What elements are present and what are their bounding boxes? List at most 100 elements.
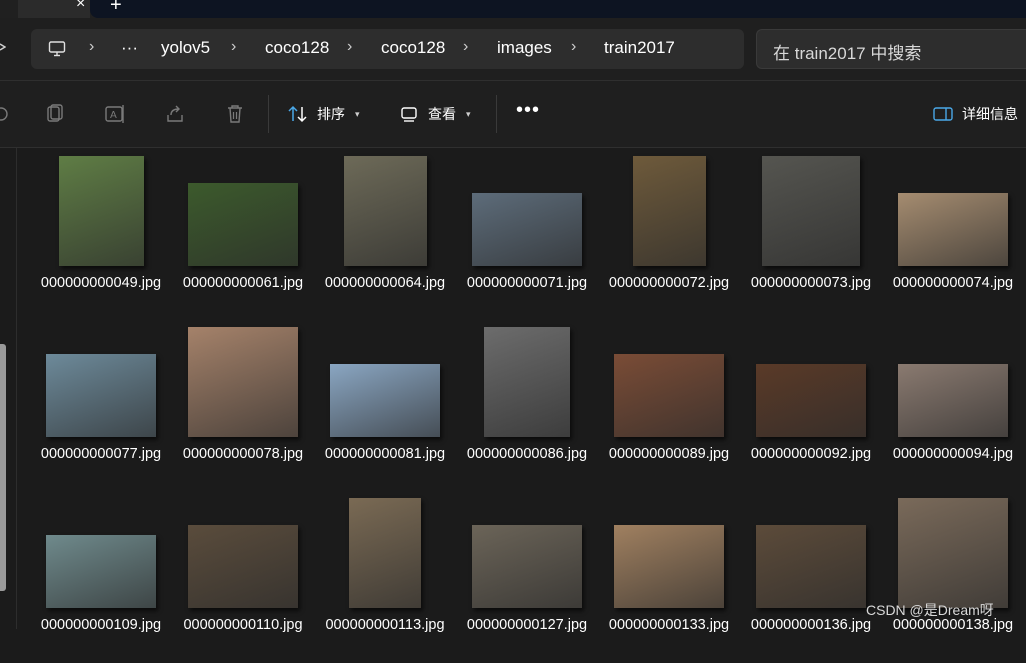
image-thumbnail bbox=[632, 156, 706, 266]
details-pane-button[interactable]: 详细信息 bbox=[932, 103, 1018, 125]
file-item[interactable]: 000000000113.jpg bbox=[314, 492, 456, 663]
image-thumbnail bbox=[46, 354, 156, 437]
this-pc-icon bbox=[48, 41, 66, 57]
new-tab-button[interactable]: + bbox=[110, 0, 122, 17]
file-name: 000000000074.jpg bbox=[892, 275, 1014, 291]
breadcrumb-coco128[interactable]: coco128 bbox=[265, 38, 329, 58]
view-button[interactable]: 查看 ▾ bbox=[400, 103, 471, 125]
thumbnail-container bbox=[314, 321, 456, 437]
breadcrumb-chevron-icon[interactable]: › bbox=[231, 38, 236, 56]
breadcrumb-train2017[interactable]: train2017 bbox=[604, 38, 675, 58]
image-thumbnail bbox=[188, 183, 298, 266]
cut-icon[interactable] bbox=[0, 103, 12, 125]
details-pane-icon bbox=[933, 107, 953, 121]
more-options-button[interactable]: ••• bbox=[516, 100, 540, 120]
active-tab[interactable]: × bbox=[18, 0, 90, 18]
file-item[interactable]: 000000000061.jpg bbox=[172, 150, 314, 321]
file-item[interactable]: 000000000133.jpg bbox=[598, 492, 740, 663]
command-bar: A 排序 ▾ 查看 ▾ ••• 详细信息 bbox=[0, 81, 1026, 147]
search-input[interactable]: 在 train2017 中搜索 bbox=[756, 29, 1026, 69]
thumbnail-container bbox=[30, 150, 172, 266]
breadcrumb-coco128-inner[interactable]: coco128 bbox=[381, 38, 445, 58]
file-item[interactable]: 000000000064.jpg bbox=[314, 150, 456, 321]
nav-arrow-icon[interactable] bbox=[0, 40, 6, 54]
file-item[interactable]: 000000000109.jpg bbox=[30, 492, 172, 663]
file-name: 000000000061.jpg bbox=[182, 275, 304, 291]
file-name: 000000000136.jpg bbox=[750, 617, 872, 633]
image-thumbnail bbox=[330, 364, 440, 437]
thumbnail-container bbox=[740, 492, 882, 608]
toolbar-divider bbox=[496, 95, 497, 133]
file-name: 000000000086.jpg bbox=[466, 446, 588, 462]
thumbnail-container bbox=[882, 492, 1024, 608]
image-thumbnail bbox=[756, 525, 866, 608]
file-name: 000000000072.jpg bbox=[608, 275, 730, 291]
view-icon bbox=[401, 107, 417, 122]
search-placeholder: 在 train2017 中搜索 bbox=[773, 44, 922, 63]
file-item[interactable]: 000000000077.jpg bbox=[30, 321, 172, 492]
address-row: › ··· › yolov5 › coco128 › coco128 › ima… bbox=[0, 18, 1026, 80]
file-item[interactable]: 000000000089.jpg bbox=[598, 321, 740, 492]
image-thumbnail bbox=[898, 193, 1008, 266]
file-item[interactable]: 000000000138.jpg bbox=[882, 492, 1024, 663]
file-name: 000000000049.jpg bbox=[40, 275, 162, 291]
file-name: 000000000092.jpg bbox=[750, 446, 872, 462]
file-item[interactable]: 000000000136.jpg bbox=[740, 492, 882, 663]
share-icon[interactable] bbox=[164, 103, 186, 125]
watermark: CSDN @是Dream呀 bbox=[866, 602, 994, 618]
file-item[interactable]: 000000000078.jpg bbox=[172, 321, 314, 492]
file-item[interactable]: 000000000049.jpg bbox=[30, 150, 172, 321]
toolbar-divider bbox=[268, 95, 269, 133]
address-bar[interactable]: › ··· › yolov5 › coco128 › coco128 › ima… bbox=[31, 29, 744, 69]
file-name: 000000000071.jpg bbox=[466, 275, 588, 291]
sort-icon bbox=[288, 105, 307, 123]
file-item[interactable]: 000000000081.jpg bbox=[314, 321, 456, 492]
image-thumbnail bbox=[46, 535, 156, 608]
thumbnail-container bbox=[172, 321, 314, 437]
breadcrumb-yolov5[interactable]: yolov5 bbox=[161, 38, 210, 58]
thumbnail-container bbox=[882, 150, 1024, 266]
breadcrumb-overflow[interactable]: ··· bbox=[121, 38, 138, 58]
file-item[interactable]: 000000000071.jpg bbox=[456, 150, 598, 321]
tab-close-button[interactable]: × bbox=[76, 0, 85, 13]
file-item[interactable]: 000000000086.jpg bbox=[456, 321, 598, 492]
image-thumbnail bbox=[472, 193, 582, 266]
breadcrumb-images[interactable]: images bbox=[497, 38, 552, 58]
file-name: 000000000127.jpg bbox=[466, 617, 588, 633]
delete-icon[interactable] bbox=[224, 103, 246, 125]
file-item[interactable]: 000000000094.jpg bbox=[882, 321, 1024, 492]
file-name: 000000000089.jpg bbox=[608, 446, 730, 462]
thumbnail-container bbox=[314, 150, 456, 266]
copy-icon[interactable] bbox=[44, 103, 66, 125]
thumbnail-container bbox=[172, 150, 314, 266]
file-name: 000000000064.jpg bbox=[324, 275, 446, 291]
thumbnail-container bbox=[740, 321, 882, 437]
file-item[interactable]: 000000000110.jpg bbox=[172, 492, 314, 663]
sort-label: 排序 bbox=[317, 106, 345, 122]
sort-button[interactable]: 排序 ▾ bbox=[287, 103, 360, 125]
file-name: 000000000081.jpg bbox=[324, 446, 446, 462]
file-name: 000000000094.jpg bbox=[892, 446, 1014, 462]
breadcrumb-chevron-icon[interactable]: › bbox=[89, 38, 94, 56]
thumbnail-container bbox=[30, 492, 172, 608]
title-bar: × + bbox=[0, 0, 1026, 18]
thumbnail-container bbox=[456, 150, 598, 266]
svg-text:A: A bbox=[110, 110, 117, 121]
file-item[interactable]: 000000000092.jpg bbox=[740, 321, 882, 492]
breadcrumb-chevron-icon[interactable]: › bbox=[347, 38, 352, 56]
rename-icon[interactable]: A bbox=[104, 103, 126, 125]
file-item[interactable]: 000000000073.jpg bbox=[740, 150, 882, 321]
file-item[interactable]: 000000000127.jpg bbox=[456, 492, 598, 663]
thumbnail-container bbox=[30, 321, 172, 437]
file-item[interactable]: 000000000072.jpg bbox=[598, 150, 740, 321]
tab-strip-background bbox=[90, 0, 1026, 18]
image-thumbnail bbox=[484, 327, 570, 437]
navigation-scrollbar[interactable] bbox=[0, 344, 6, 591]
breadcrumb-chevron-icon[interactable]: › bbox=[463, 38, 468, 56]
file-name: 000000000110.jpg bbox=[183, 617, 303, 633]
thumbnail-container bbox=[598, 150, 740, 266]
chevron-down-icon: ▾ bbox=[466, 108, 471, 119]
chevron-down-icon: ▾ bbox=[355, 108, 360, 119]
file-item[interactable]: 000000000074.jpg bbox=[882, 150, 1024, 321]
breadcrumb-chevron-icon[interactable]: › bbox=[571, 38, 576, 56]
